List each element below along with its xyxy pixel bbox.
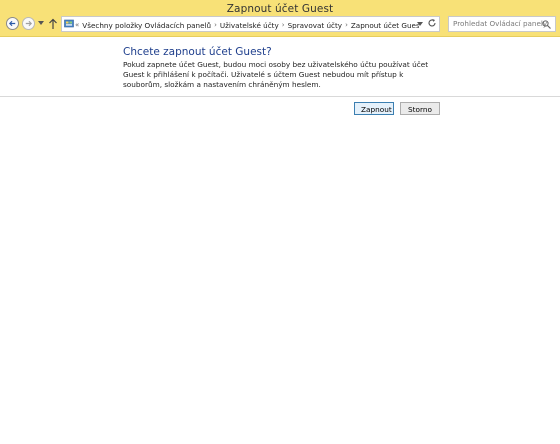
main-content: Chcete zapnout účet Guest? Pokud zapnete…	[0, 37, 560, 444]
refresh-button[interactable]	[425, 16, 439, 30]
chevron-right-icon[interactable]: ›	[282, 21, 285, 29]
forward-button[interactable]	[22, 17, 35, 30]
address-bar[interactable]: « Všechny položky Ovládacích panelů › Už…	[61, 16, 440, 32]
search-placeholder[interactable]: Prohledat Ovládací panely	[453, 19, 547, 28]
breadcrumb-item-all-control-panel-items[interactable]: Všechny položky Ovládacích panelů	[82, 21, 211, 30]
chevron-right-icon[interactable]: ›	[345, 21, 348, 29]
description-text: Pokud zapnete účet Guest, budou moci oso…	[123, 60, 429, 89]
breadcrumb-item-manage-accounts[interactable]: Spravovat účty	[288, 21, 342, 30]
divider	[0, 96, 560, 97]
breadcrumb-item-enable-guest[interactable]: Zapnout účet Guest	[351, 21, 419, 30]
search-icon[interactable]	[542, 20, 551, 29]
history-dropdown-icon[interactable]	[38, 21, 44, 26]
refresh-icon	[428, 19, 436, 27]
page-heading: Chcete zapnout účet Guest?	[123, 46, 272, 58]
back-button[interactable]	[6, 17, 19, 30]
forward-arrow-icon	[25, 20, 33, 27]
breadcrumb: « Všechny položky Ovládacích panelů › Už…	[75, 19, 419, 31]
breadcrumb-item-user-accounts[interactable]: Uživatelské účty	[220, 21, 279, 30]
control-panel-icon	[64, 19, 74, 28]
navigation-toolbar: « Všechny položky Ovládacích panelů › Už…	[0, 14, 560, 37]
cancel-button[interactable]: Storno	[400, 102, 440, 115]
address-dropdown-icon[interactable]	[417, 22, 423, 27]
back-arrow-icon	[8, 20, 16, 27]
breadcrumb-overflow[interactable]: «	[75, 21, 79, 29]
enable-button[interactable]: Zapnout	[354, 102, 394, 115]
search-box[interactable]: Prohledat Ovládací panely	[448, 16, 556, 32]
chevron-right-icon[interactable]: ›	[214, 21, 217, 29]
up-arrow-icon[interactable]	[48, 18, 58, 30]
